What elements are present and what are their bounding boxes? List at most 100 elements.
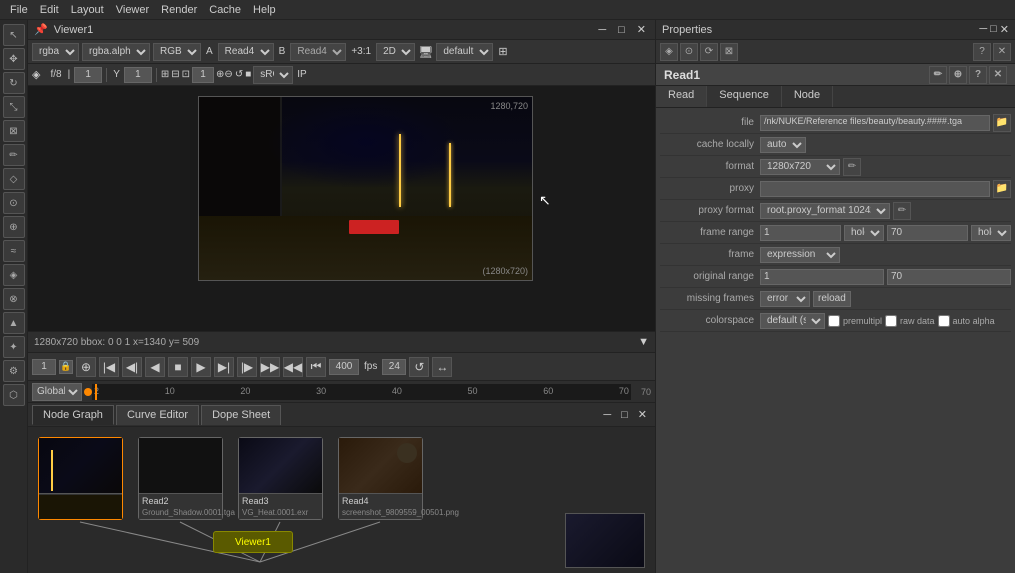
node-read2[interactable]: Read2 Ground_Shadow.0001.tga bbox=[138, 437, 223, 520]
tool-roto[interactable]: ⊙ bbox=[3, 192, 25, 214]
loop-toggle[interactable]: ↺ bbox=[409, 357, 429, 377]
auto-alpha-check[interactable] bbox=[938, 315, 950, 327]
tool-crop[interactable]: ⊠ bbox=[3, 120, 25, 142]
format-select[interactable]: 1280x720 bbox=[760, 159, 840, 175]
props-btn-3[interactable]: ⟳ bbox=[700, 43, 718, 61]
viewer-maximize-icon[interactable]: □ bbox=[615, 24, 628, 36]
hold-start-select[interactable]: hold bbox=[844, 225, 884, 241]
zoom-input[interactable] bbox=[192, 67, 214, 83]
play-back2-btn[interactable]: ⏮ bbox=[306, 357, 326, 377]
viewer-grid-icon[interactable]: ⊞ bbox=[496, 45, 509, 58]
proxy-format-select[interactable]: root.proxy_format 1024x776 bbox=[760, 203, 890, 219]
props-btn-4[interactable]: ⊠ bbox=[720, 43, 738, 61]
first-frame-btn[interactable]: |◀ bbox=[99, 357, 119, 377]
colorspace-select-2[interactable]: sRGB bbox=[253, 66, 293, 84]
node-close-icon[interactable]: ✕ bbox=[989, 66, 1007, 84]
menu-render[interactable]: Render bbox=[155, 2, 203, 18]
tool-particle[interactable]: ✦ bbox=[3, 336, 25, 358]
menu-edit[interactable]: Edit bbox=[34, 2, 65, 18]
format-edit-btn[interactable]: ✏ bbox=[843, 158, 861, 176]
menu-help[interactable]: Help bbox=[247, 2, 282, 18]
prev-frame-step-btn[interactable]: ◀| bbox=[122, 357, 142, 377]
img-icon2[interactable]: ⊟ bbox=[171, 69, 179, 80]
hold-end-select[interactable]: hold bbox=[971, 225, 1011, 241]
tool-rotate[interactable]: ↻ bbox=[3, 72, 25, 94]
props-maximize-icon[interactable]: □ bbox=[990, 23, 997, 36]
tab-node[interactable]: Node bbox=[782, 86, 833, 107]
file-browse-btn[interactable]: 📁 bbox=[993, 114, 1011, 132]
tool-extra[interactable]: ⬡ bbox=[3, 384, 25, 406]
step-back-btn[interactable]: ◀ bbox=[145, 357, 165, 377]
props-minimize-icon[interactable]: ─ bbox=[979, 23, 987, 36]
y-input[interactable] bbox=[124, 67, 152, 83]
node-area-minimize[interactable]: ─ bbox=[599, 409, 615, 421]
proxy-format-edit-btn[interactable]: ✏ bbox=[893, 202, 911, 220]
props-btn-2[interactable]: ⊙ bbox=[680, 43, 698, 61]
tool-clone[interactable]: ⊕ bbox=[3, 216, 25, 238]
lock-icon[interactable]: 🔒 bbox=[59, 360, 73, 374]
start-frame-input[interactable] bbox=[32, 359, 56, 375]
node-area-maximize[interactable]: □ bbox=[617, 409, 632, 421]
proxy-input[interactable] bbox=[760, 181, 990, 197]
tool-merge[interactable]: ⊗ bbox=[3, 288, 25, 310]
play-back-btn[interactable]: ◀◀ bbox=[283, 357, 303, 377]
premultiplied-check[interactable] bbox=[828, 315, 840, 327]
img-icon1[interactable]: ⊞ bbox=[161, 69, 169, 80]
tab-dope-sheet[interactable]: Dope Sheet bbox=[201, 405, 281, 425]
input-a-select[interactable]: Read4 bbox=[218, 43, 274, 61]
tab-sequence[interactable]: Sequence bbox=[707, 86, 782, 107]
tool-3d[interactable]: ▲ bbox=[3, 312, 25, 334]
menu-file[interactable]: File bbox=[4, 2, 34, 18]
orig-start-input[interactable] bbox=[760, 269, 884, 285]
end-frame-input[interactable] bbox=[329, 359, 359, 375]
play-fwd-btn[interactable]: ▶ bbox=[191, 357, 211, 377]
props-close-btn[interactable]: ✕ bbox=[993, 43, 1011, 61]
fps-input[interactable] bbox=[382, 359, 406, 375]
missing-select[interactable]: error bbox=[760, 291, 810, 307]
step-fwd-btn[interactable]: ▶| bbox=[214, 357, 234, 377]
playback-menu-btn[interactable]: ⊕ bbox=[76, 357, 96, 377]
colorspace-select[interactable]: RGB bbox=[153, 43, 201, 61]
tab-curve-editor[interactable]: Curve Editor bbox=[116, 405, 199, 425]
loop-icon[interactable]: ↺ bbox=[235, 69, 243, 80]
props-btn-1[interactable]: ◈ bbox=[660, 43, 678, 61]
tool-settings[interactable]: ⚙ bbox=[3, 360, 25, 382]
node-read4[interactable]: Read4 screenshot_9809559_00501.png bbox=[338, 437, 423, 520]
bounce-toggle[interactable]: ↔ bbox=[432, 357, 452, 377]
input-b-select[interactable]: Read4 bbox=[290, 43, 346, 61]
pause-btn[interactable]: ■ bbox=[168, 357, 188, 377]
frame-end-input[interactable] bbox=[887, 225, 968, 241]
next-frame-step-btn[interactable]: |▶ bbox=[237, 357, 257, 377]
last-frame-btn[interactable]: ▶▶ bbox=[260, 357, 280, 377]
menu-layout[interactable]: Layout bbox=[65, 2, 110, 18]
node-area-close[interactable]: ✕ bbox=[634, 408, 651, 421]
pause-icon[interactable]: ■ bbox=[245, 69, 251, 80]
node-copy-icon[interactable]: ⊕ bbox=[949, 66, 967, 84]
node-read3[interactable]: Read3 VG_Heat.0001.exr bbox=[238, 437, 323, 520]
img-icon3[interactable]: ⊡ bbox=[182, 69, 190, 80]
reload-btn[interactable]: reload bbox=[813, 291, 851, 307]
global-select[interactable]: Global bbox=[32, 383, 82, 401]
menu-viewer[interactable]: Viewer bbox=[110, 2, 155, 18]
props-help-btn[interactable]: ? bbox=[973, 43, 991, 61]
tool-paint[interactable]: ✏ bbox=[3, 144, 25, 166]
viewer-node[interactable]: Viewer1 bbox=[213, 531, 293, 553]
frame-start-input[interactable] bbox=[760, 225, 841, 241]
tool-color[interactable]: ◈ bbox=[3, 264, 25, 286]
tool-scale[interactable]: ⤡ bbox=[3, 96, 25, 118]
tool-move[interactable]: ✥ bbox=[3, 48, 25, 70]
menu-cache[interactable]: Cache bbox=[203, 2, 247, 18]
tool-blur[interactable]: ≈ bbox=[3, 240, 25, 262]
tab-node-graph[interactable]: Node Graph bbox=[32, 405, 114, 425]
channel-select[interactable]: rgba bbox=[32, 43, 79, 61]
alpha-select[interactable]: rgba.alph bbox=[82, 43, 150, 61]
tab-read[interactable]: Read bbox=[656, 86, 707, 107]
tool-select[interactable]: ↖ bbox=[3, 24, 25, 46]
frame-input[interactable] bbox=[74, 67, 102, 83]
colorspace-prop-select[interactable]: default (st bbox=[760, 313, 825, 329]
node-edit-icon[interactable]: ✏ bbox=[929, 66, 947, 84]
orig-end-input[interactable] bbox=[887, 269, 1011, 285]
node-canvas[interactable]: Read1 beauty.0001.tg Read2 Ground_Shadow… bbox=[28, 427, 655, 573]
lut-select[interactable]: default bbox=[436, 43, 493, 61]
raw-data-check[interactable] bbox=[885, 315, 897, 327]
